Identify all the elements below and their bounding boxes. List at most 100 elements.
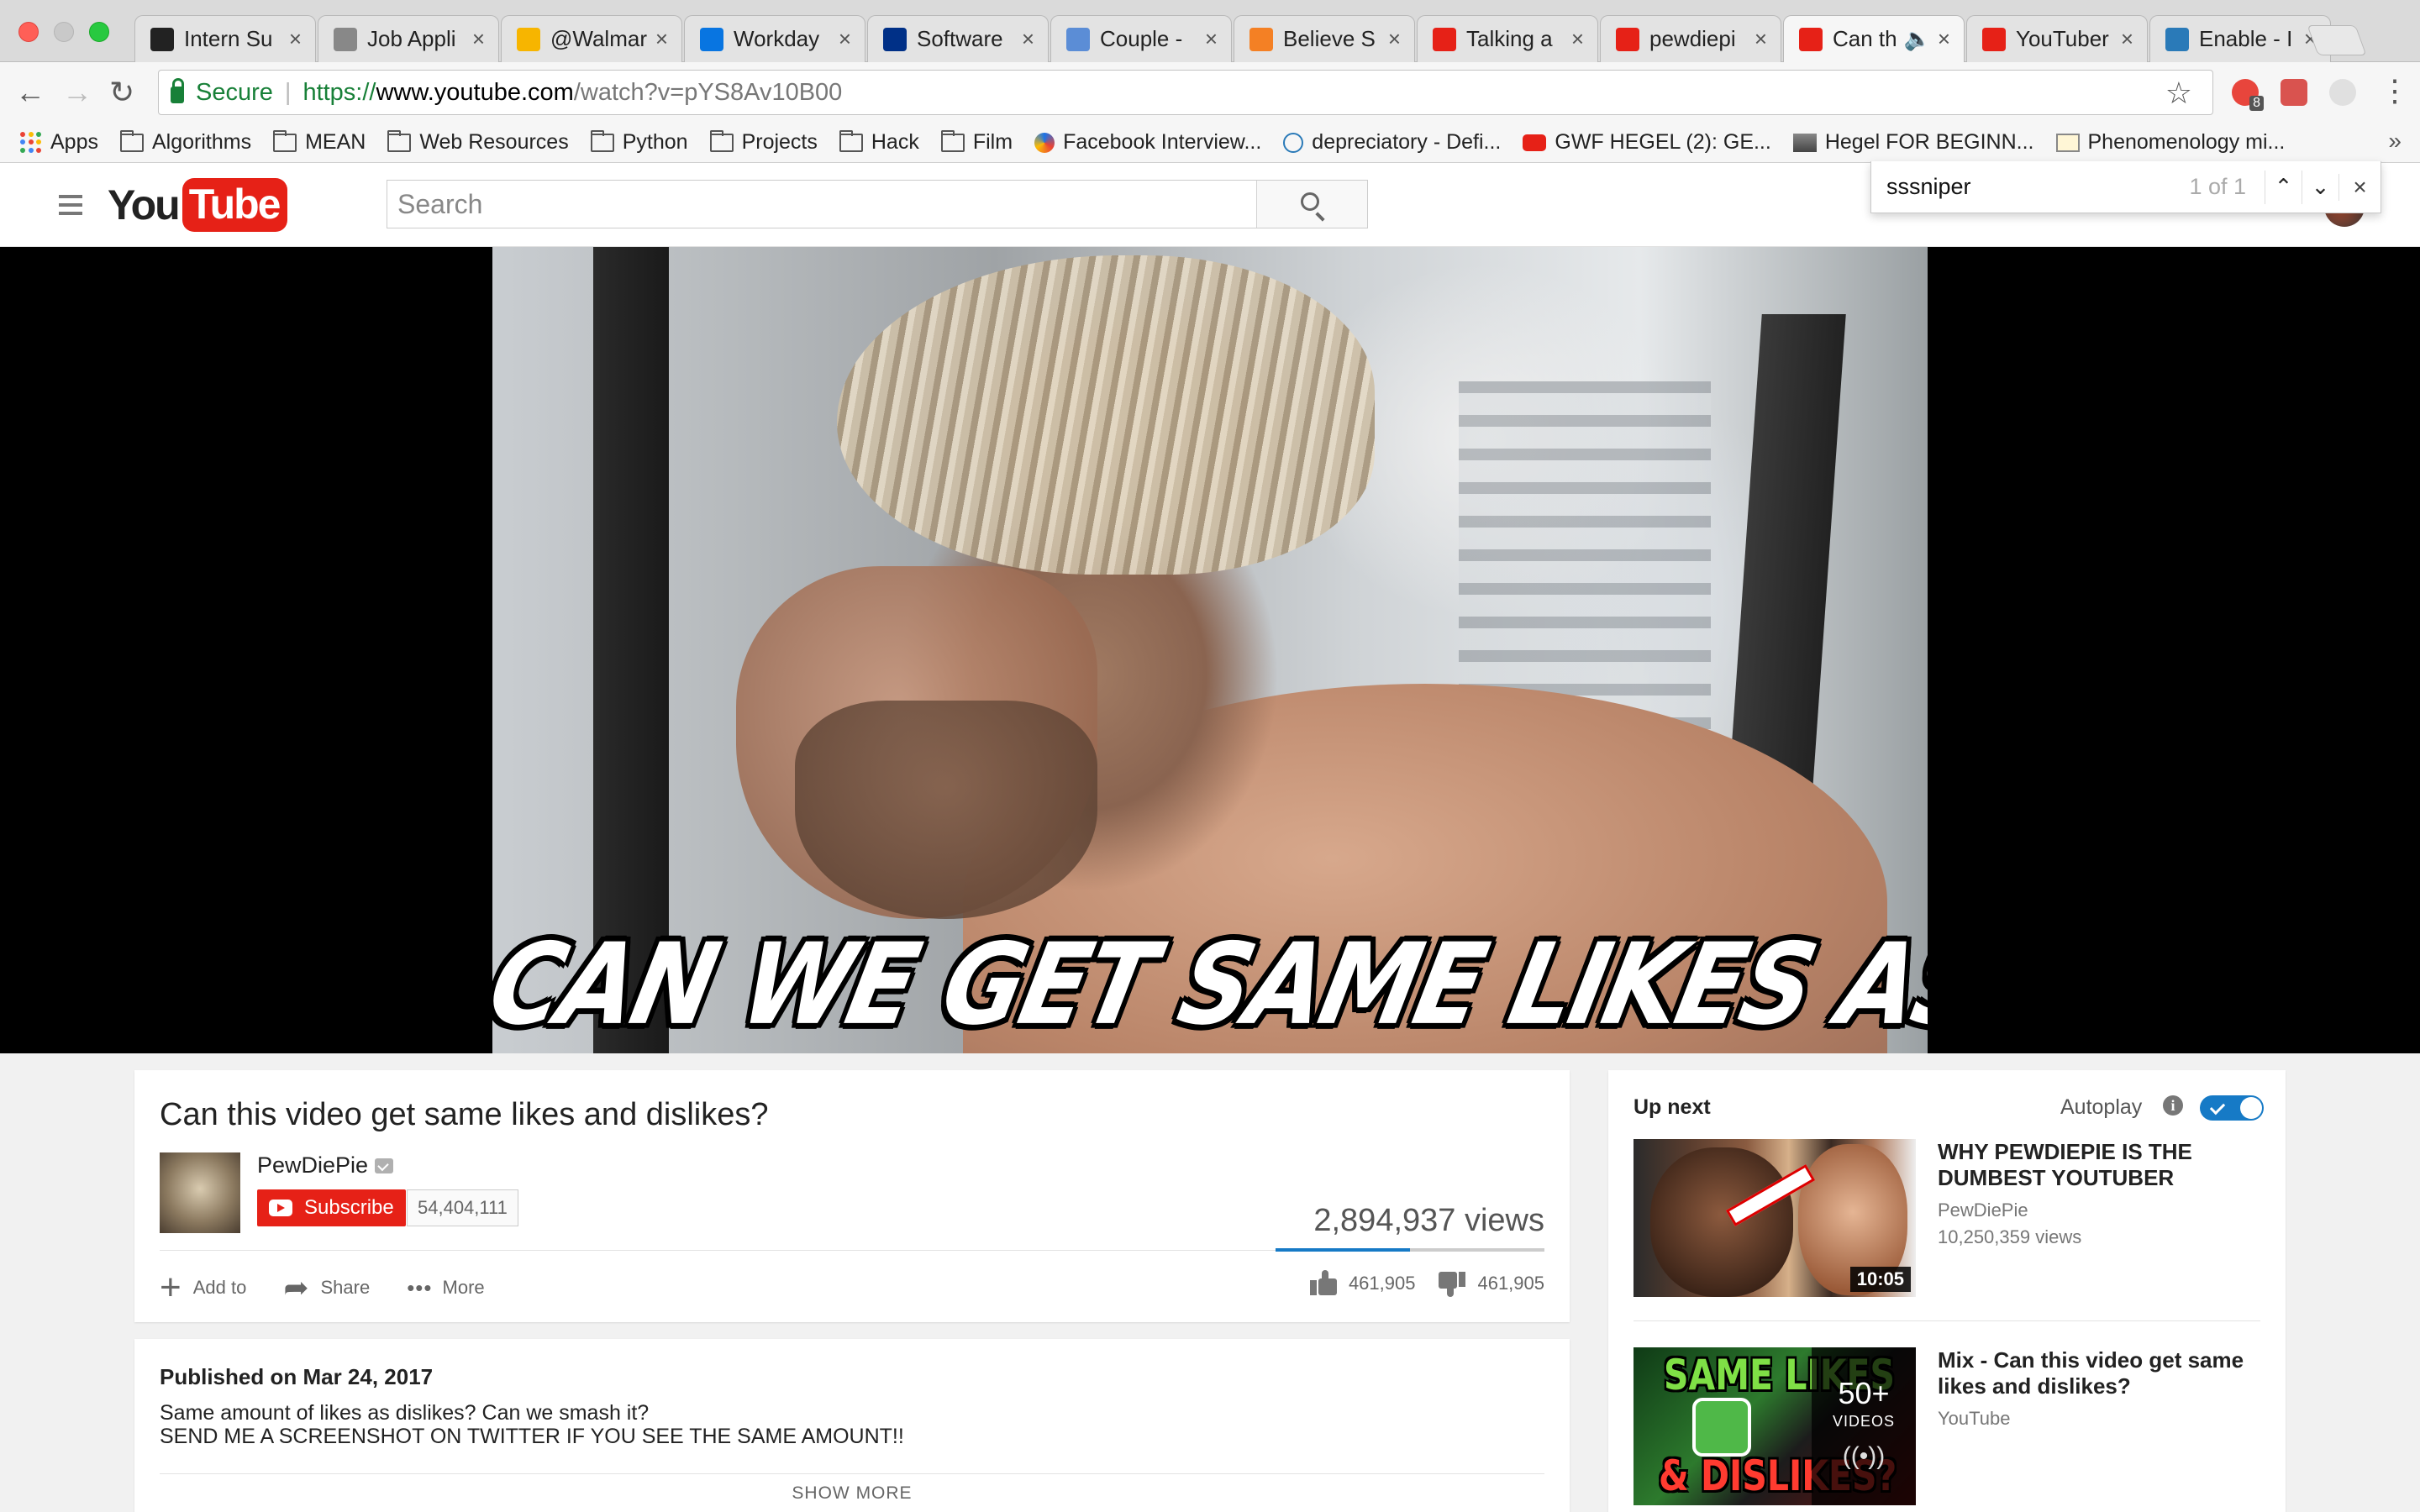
beard xyxy=(795,701,1097,919)
find-previous-icon[interactable]: ⌃ xyxy=(2265,170,2302,204)
bookmark-item[interactable]: Phenomenology mi... xyxy=(2055,130,2285,155)
video-channel-1: PewDiePie xyxy=(1938,1200,2028,1221)
tab-close-icon[interactable]: × xyxy=(1754,26,1767,52)
guide-menu-icon[interactable] xyxy=(59,195,82,220)
extension-icon-adblock[interactable]: 8 xyxy=(2232,79,2264,111)
tab-close-icon[interactable]: × xyxy=(472,26,485,52)
extension-icon-bookmark[interactable] xyxy=(2281,79,2307,106)
video-caption: CAN WE GET SAME LIKES AS DISLIKES!? xyxy=(492,919,1928,1051)
dislike-icon[interactable] xyxy=(1439,1270,1466,1297)
browser-tab[interactable]: Intern Su × xyxy=(134,15,316,62)
more-button[interactable]: ••• More xyxy=(407,1275,484,1301)
tab-close-icon[interactable]: × xyxy=(839,26,851,52)
channel-avatar[interactable] xyxy=(160,1152,240,1233)
bookmarks-overflow-icon[interactable]: » xyxy=(2388,128,2402,155)
browser-tab[interactable]: Job Appli × xyxy=(318,15,499,62)
add-to-button[interactable]: + Add to xyxy=(160,1269,246,1306)
video-title-2[interactable]: Mix - Can this video get same likes and … xyxy=(1938,1347,2274,1399)
search-input[interactable] xyxy=(387,181,1256,228)
browser-tab[interactable]: Talking a × xyxy=(1417,15,1598,62)
speaker-icon[interactable]: 🔈 xyxy=(1903,26,1930,52)
bookmark-item[interactable]: depreciatory - Defi... xyxy=(1283,130,1501,155)
video-info-1[interactable]: WHY PEWDIEPIE IS THE DUMBEST YOUTUBER Pe… xyxy=(1938,1139,2274,1248)
tab-close-icon[interactable]: × xyxy=(1205,26,1218,52)
bookmark-item[interactable]: Film xyxy=(940,129,1013,155)
back-arrow-icon[interactable]: ← xyxy=(15,77,45,108)
new-tab-button[interactable] xyxy=(2307,25,2367,55)
tab-close-icon[interactable]: × xyxy=(1388,26,1401,52)
zoom-window-button[interactable] xyxy=(89,22,109,42)
lock-icon xyxy=(171,78,184,103)
reload-icon[interactable]: ↻ xyxy=(109,77,134,108)
bookmark-item[interactable]: Apps xyxy=(20,130,98,155)
extension-icon-grey[interactable] xyxy=(2329,79,2356,106)
autoplay-label: Autoplay xyxy=(2060,1095,2143,1119)
channel-name[interactable]: PewDiePie xyxy=(257,1152,368,1179)
video-info-2[interactable]: Mix - Can this video get same likes and … xyxy=(1938,1347,2274,1430)
bookmark-item[interactable]: Python xyxy=(590,129,688,155)
folder-icon xyxy=(273,129,297,152)
bookmark-label: depreciatory - Defi... xyxy=(1312,130,1502,154)
find-close-icon[interactable]: × xyxy=(2338,173,2381,201)
tab-close-icon[interactable]: × xyxy=(1938,26,1950,52)
video-title-1[interactable]: WHY PEWDIEPIE IS THE DUMBEST YOUTUBER xyxy=(1938,1139,2274,1191)
bookmark-item[interactable]: Hack xyxy=(839,129,919,155)
browser-tab[interactable]: Can th 🔈 × xyxy=(1783,15,1965,62)
browser-tab[interactable]: YouTuber × xyxy=(1966,15,2148,62)
publish-date: Published on Mar 24, 2017 xyxy=(160,1364,434,1389)
tab-close-icon[interactable]: × xyxy=(1571,26,1584,52)
browser-tab[interactable]: Couple - × xyxy=(1050,15,1232,62)
browser-tab[interactable]: Workday × xyxy=(684,15,865,62)
find-input[interactable]: sssniper xyxy=(1886,174,2189,200)
bookmark-item[interactable]: Hegel FOR BEGINN... xyxy=(1792,130,2034,155)
browser-tab[interactable]: Software × xyxy=(867,15,1049,62)
url-path: /watch?v=pYS8Av10B00 xyxy=(573,78,843,106)
info-icon[interactable]: i xyxy=(2163,1095,2183,1116)
forward-arrow-icon[interactable]: → xyxy=(62,77,92,108)
find-bar: sssniper 1 of 1 ⌃ ⌄ × xyxy=(1870,161,2381,213)
video-thumbnail-1[interactable]: 10:05 xyxy=(1634,1139,1916,1297)
view-count: 2,894,937 views xyxy=(1313,1203,1544,1238)
tab-close-icon[interactable]: × xyxy=(1022,26,1034,52)
tab-close-icon[interactable]: × xyxy=(655,26,668,52)
show-more-button[interactable]: SHOW MORE xyxy=(134,1483,1570,1504)
subscribe-button[interactable]: Subscribe xyxy=(257,1189,406,1226)
bookmark-item[interactable]: Facebook Interview... xyxy=(1034,130,1261,155)
bookmark-label: Algorithms xyxy=(151,130,252,154)
like-count[interactable]: 461,905 xyxy=(1349,1273,1416,1294)
folder-icon xyxy=(940,129,965,152)
bookmark-item[interactable]: GWF HEGEL (2): GE... xyxy=(1523,130,1771,155)
browser-tab[interactable]: Believe S × xyxy=(1234,15,1415,62)
mix-thumbnail[interactable]: SAME LIKES & DISLIKES? 50+ VIDEOS ((•)) xyxy=(1634,1347,1916,1505)
extension-badge: 8 xyxy=(2249,96,2264,111)
like-icon[interactable] xyxy=(1309,1270,1337,1297)
tab-strip: Intern Su × Job Appli × @Walmar × Workday × Soft… xyxy=(0,0,2420,62)
browser-menu-icon[interactable]: ⋮ xyxy=(2380,76,2410,106)
close-window-button[interactable] xyxy=(18,22,39,42)
search-button[interactable] xyxy=(1256,181,1367,228)
browser-tab[interactable]: @Walmar × xyxy=(501,15,682,62)
bookmark-item[interactable]: MEAN xyxy=(273,129,366,155)
video-channel-2: YouTube xyxy=(1938,1408,2011,1429)
video-frame[interactable]: CAN WE GET SAME LIKES AS DISLIKES!? xyxy=(492,247,1928,1053)
find-next-icon[interactable]: ⌄ xyxy=(2302,170,2338,204)
video-player[interactable]: CAN WE GET SAME LIKES AS DISLIKES!? xyxy=(0,247,2420,1053)
autoplay-toggle[interactable] xyxy=(2200,1095,2264,1121)
bookmark-star-icon[interactable]: ☆ xyxy=(2165,76,2192,111)
browser-tab[interactable]: Enable - I × xyxy=(2149,15,2331,62)
tab-close-icon[interactable]: × xyxy=(289,26,302,52)
secure-label: Secure xyxy=(196,78,273,106)
bookmark-item[interactable]: Web Resources xyxy=(387,129,569,155)
tab-title: Workday xyxy=(734,26,820,51)
tab-close-icon[interactable]: × xyxy=(2121,26,2133,52)
youtube-logo[interactable]: You Tube xyxy=(108,178,288,232)
address-bar[interactable]: Secure | https://www.youtube.com/watch?v… xyxy=(158,70,2213,115)
share-button[interactable]: ➦ Share xyxy=(283,1270,370,1305)
minimize-window-button[interactable] xyxy=(54,22,74,42)
bookmark-item[interactable]: Projects xyxy=(709,129,818,155)
up-next-sidebar: Up next Autoplay i 10:05 WHY PEWDIEPIE I… xyxy=(1608,1070,2286,1512)
browser-tab[interactable]: pewdiepi × xyxy=(1600,15,1781,62)
dislike-count[interactable]: 461,905 xyxy=(1477,1273,1544,1294)
bookmark-item[interactable]: Algorithms xyxy=(119,129,252,155)
url-scheme: https:// xyxy=(302,78,376,106)
